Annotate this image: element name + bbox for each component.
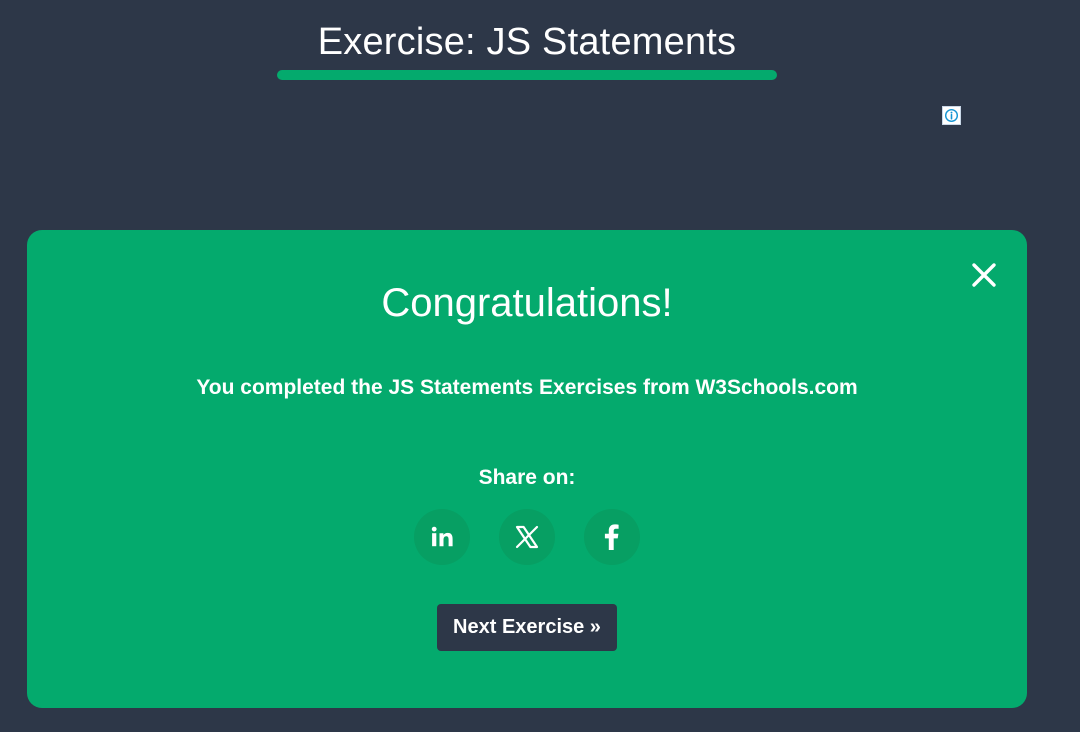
completion-message: You completed the JS Statements Exercise… <box>196 376 858 399</box>
title-wrapper: Exercise: JS Statements <box>277 18 777 66</box>
facebook-share-button[interactable] <box>584 509 640 565</box>
linkedin-icon <box>431 526 453 547</box>
next-exercise-button[interactable]: Next Exercise » <box>437 604 617 651</box>
facebook-icon <box>604 524 619 550</box>
page-title: Exercise: JS Statements <box>317 21 737 63</box>
share-buttons <box>414 509 640 565</box>
linkedin-share-button[interactable] <box>414 509 470 565</box>
x-icon <box>515 525 539 549</box>
x-share-button[interactable] <box>499 509 555 565</box>
exercise-page: Exercise: JS Statements Congratulations!… <box>0 0 1080 732</box>
title-underline <box>277 70 777 80</box>
congratulations-heading: Congratulations! <box>381 281 673 325</box>
ad-info-button[interactable] <box>942 106 961 125</box>
share-label: Share on: <box>478 466 576 489</box>
completion-modal: Congratulations! You completed the JS St… <box>27 230 1027 708</box>
info-icon <box>944 108 959 123</box>
